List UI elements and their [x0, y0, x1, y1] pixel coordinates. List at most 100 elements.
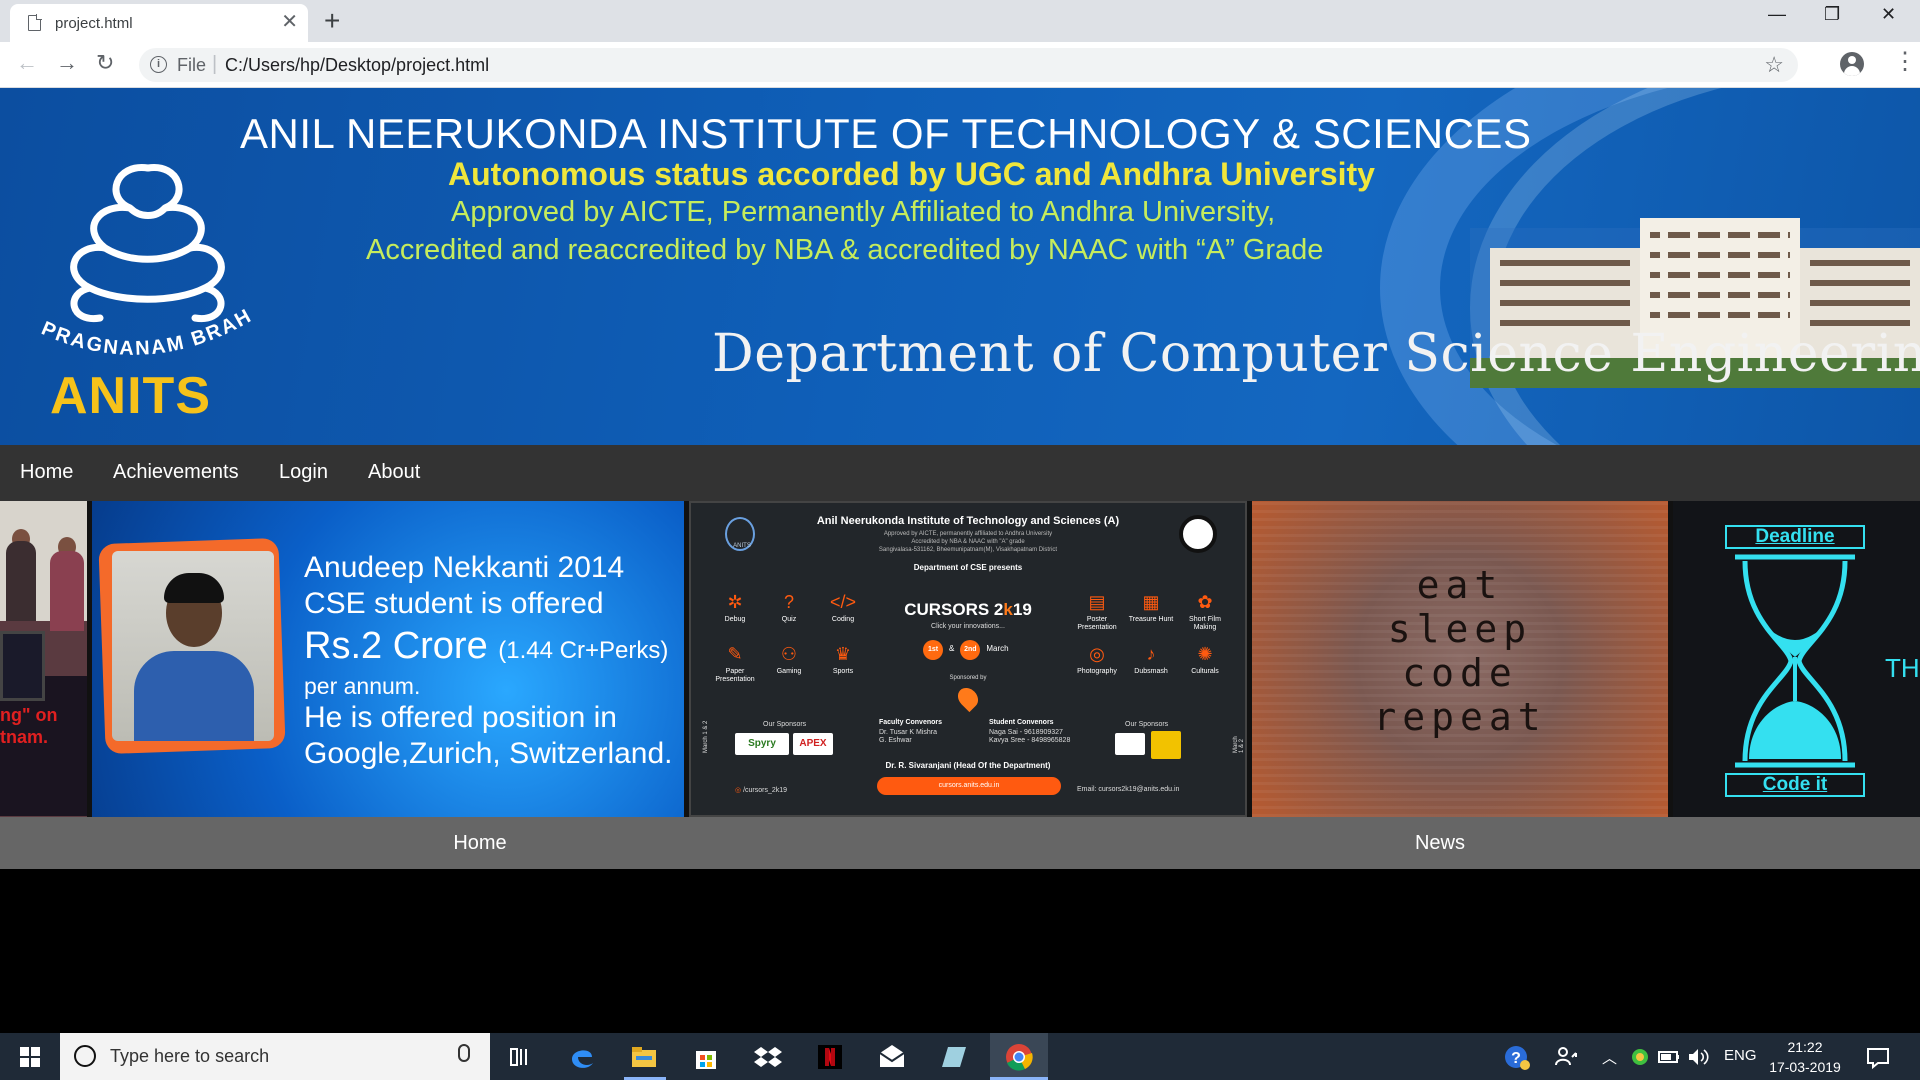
section-tabs: Home News [0, 817, 1920, 869]
taskbar-clock[interactable]: 21:22 17-03-2019 [1760, 1037, 1850, 1077]
achievement-line: He is offered position in [304, 701, 617, 734]
achievement-line: CSE student is offered [304, 587, 604, 620]
poster-website: cursors.anits.edu.in [877, 777, 1061, 795]
sponsor-logo [1151, 731, 1181, 759]
cortana-icon[interactable] [74, 1045, 96, 1067]
slide-cursors-poster: ANITS Anil Neerukonda Institute of Techn… [689, 501, 1247, 817]
file-explorer-icon[interactable] [628, 1041, 660, 1073]
faculty-title: Faculty Convenors [879, 719, 943, 726]
site-info-icon[interactable]: i [150, 56, 167, 73]
address-bar[interactable]: i File | C:/Users/hp/Desktop/project.htm… [139, 48, 1798, 82]
achievement-line: per annum. [304, 673, 421, 699]
event-debug: ✲ Debug [724, 592, 746, 623]
event-poster: ▤ Poster Presentation [1077, 592, 1117, 631]
event-treasure: ▦ Treasure Hunt [1128, 592, 1174, 623]
close-window-button[interactable]: ✕ [1881, 4, 1896, 25]
show-hidden-icons-icon[interactable]: ︿ [1602, 1047, 1617, 1068]
tab-title: project.html [55, 15, 133, 32]
lotus-emblem-icon: PRAGNANAM BRAHMA [11, 111, 256, 360]
slide-achievement: Anudeep Nekkanti 2014 CSE student is off… [92, 501, 684, 817]
sponsors-label: Our Sponsors [763, 721, 807, 728]
profile-icon[interactable] [1840, 52, 1864, 76]
action-center-icon[interactable] [1862, 1041, 1894, 1073]
code-it-label: Code it [1725, 773, 1865, 797]
microphone-icon[interactable] [458, 1044, 470, 1062]
poster-dept: Department of CSE presents [913, 563, 1023, 572]
nav-about[interactable]: About [368, 461, 420, 484]
taskbar-search[interactable]: Type here to search [60, 1033, 490, 1080]
event-photography: ◎ Photography [1077, 644, 1117, 675]
poster-header: Anil Neerukonda Institute of Technology … [816, 515, 1120, 527]
help-icon[interactable]: ? [1500, 1041, 1532, 1073]
mail-icon[interactable] [876, 1041, 908, 1073]
sponsor-logo: Spyry [735, 733, 789, 755]
store-icon[interactable] [690, 1041, 722, 1073]
event-culturals: ✺ Culturals [1191, 644, 1219, 675]
poster-subheader: Approved by AICTE, permanently affiliate… [878, 531, 1058, 553]
clock-time: 21:22 [1787, 1039, 1823, 1055]
poster-dates: 1st & 2nd March [923, 638, 1009, 660]
notes-app-icon[interactable] [938, 1041, 970, 1073]
back-button[interactable]: ← [16, 50, 38, 76]
document-icon [28, 14, 42, 31]
people-icon[interactable] [1550, 1041, 1582, 1073]
browser-tab[interactable]: project.html ✕ [10, 4, 308, 42]
tab-strip: project.html ✕ + — ❐ ✕ [0, 0, 1920, 42]
sponsor-logo: APEX [793, 733, 833, 755]
slide-students-photo: as. ng" on tnam. [0, 501, 87, 817]
edge-browser-icon[interactable] [566, 1041, 598, 1073]
nav-login[interactable]: Login [279, 461, 328, 484]
windows-start-icon[interactable] [20, 1047, 40, 1067]
nav-home[interactable]: Home [20, 461, 73, 484]
deadline-label: Deadline [1725, 525, 1865, 549]
event-quiz: ? Quiz [781, 592, 797, 623]
approval-line: Approved by AICTE, Permanently Affiliate… [451, 196, 1276, 228]
student-photo [112, 551, 274, 741]
nav-achievements[interactable]: Achievements [113, 461, 239, 484]
reload-button[interactable]: ↻ [96, 50, 114, 76]
browser-menu-icon[interactable]: ⋮ [1893, 50, 1917, 74]
search-placeholder: Type here to search [110, 1046, 270, 1066]
battery-icon[interactable] [1652, 1041, 1684, 1073]
poster-email: Email: cursors2k19@anits.edu.in [1077, 786, 1180, 793]
volume-icon[interactable] [1682, 1041, 1714, 1073]
bookmark-star-icon[interactable]: ☆ [1764, 52, 1784, 78]
section-tab-home[interactable]: Home [0, 832, 960, 855]
minimize-button[interactable]: — [1768, 4, 1786, 25]
event-shortfilm: ✿ Short Film Making [1189, 592, 1221, 631]
close-tab-icon[interactable]: ✕ [281, 12, 298, 32]
chrome-icon[interactable] [1003, 1041, 1035, 1073]
language-indicator[interactable]: ENG [1724, 1047, 1757, 1064]
windows-taskbar: Type here to search ? ︿ ENG 21:22 17-03-… [0, 1033, 1920, 1080]
slide-deadline: Deadline Code it TH [1673, 501, 1920, 817]
motto-word: code [1402, 651, 1518, 695]
task-view-icon[interactable] [505, 1041, 537, 1073]
institute-title: ANIL NEERUKONDA INSTITUTE OF TECHNOLOGY … [240, 110, 1532, 157]
browser-toolbar: ← → ↻ i File | C:/Users/hp/Desktop/proje… [0, 42, 1920, 88]
forward-button[interactable]: → [56, 50, 78, 76]
logo-motto: PRAGNANAM BRAHMA [11, 111, 255, 360]
event-dubsmash: ♪ Dubsmash [1134, 644, 1168, 675]
hourglass-icon [1735, 554, 1855, 768]
dropbox-icon[interactable] [752, 1041, 784, 1073]
achievement-name: Anudeep Nekkanti 2014 [304, 551, 625, 584]
motto-word: sleep [1387, 607, 1533, 651]
url-scheme: File [177, 55, 207, 75]
motto-word: eat [1416, 563, 1504, 607]
poster-tagline: Click your innovations... [931, 623, 1005, 630]
image-slider[interactable]: as. ng" on tnam. Anudeep Nekkanti 2014 C… [0, 501, 1920, 817]
netflix-icon[interactable] [814, 1041, 846, 1073]
student-title: Student Convenors [989, 719, 1054, 726]
restore-button[interactable]: ❐ [1824, 4, 1840, 25]
new-tab-button[interactable]: + [324, 6, 340, 36]
url-text[interactable]: C:/Users/hp/Desktop/project.html [225, 55, 489, 76]
sponsor-logo [1115, 733, 1145, 755]
section-tab-news[interactable]: News [960, 832, 1920, 855]
main-nav: Home Achievements Login About [0, 445, 1920, 501]
department-title: Department of Computer Science Engineeri… [712, 324, 1920, 384]
page-viewport: PRAGNANAM BRAHMA ANITS ANIL NEERUKONDA I… [0, 88, 1920, 1033]
accreditation-line: Accredited and reaccredited by NBA & acc… [366, 234, 1324, 266]
deadline-edge-text: TH [1885, 653, 1920, 683]
clock-date: 17-03-2019 [1769, 1059, 1841, 1075]
svg-text:PRAGNANAM BRAHMA: PRAGNANAM BRAHMA [20, 128, 256, 360]
